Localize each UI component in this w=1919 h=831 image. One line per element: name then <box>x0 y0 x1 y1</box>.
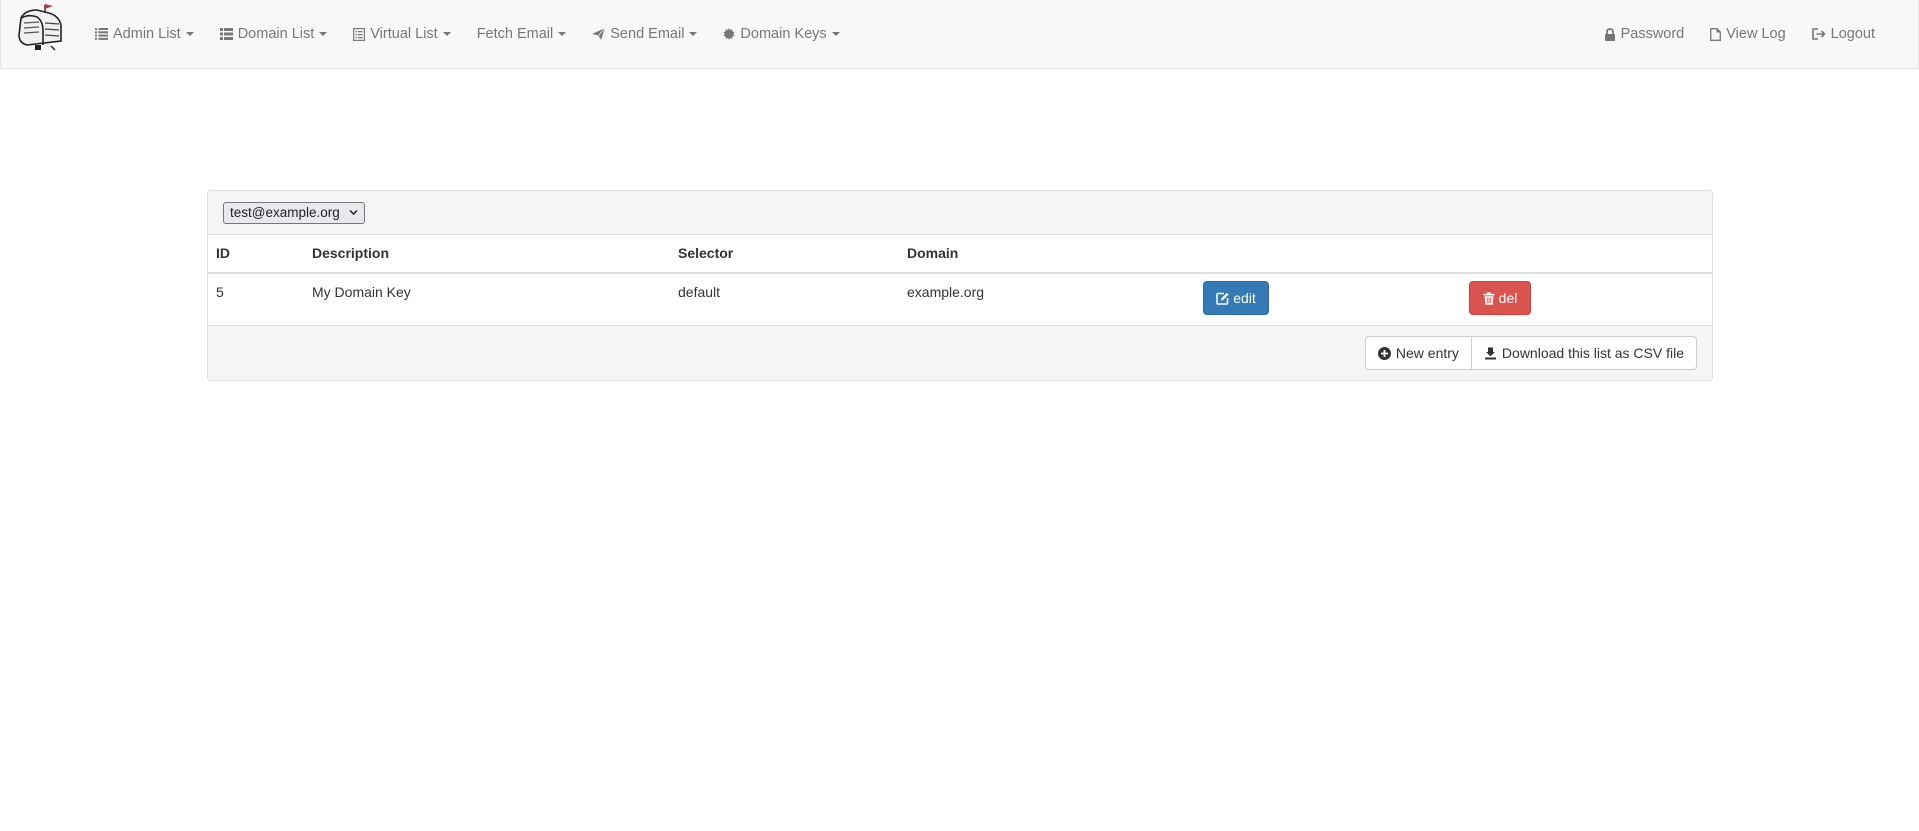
nav-left: Admin List Domain List Virtual List Fetc <box>83 0 853 68</box>
nav-send-email-label: Send Email <box>610 26 685 42</box>
logout-icon <box>1811 28 1826 40</box>
mailbox-logo[interactable] <box>15 1 67 51</box>
list-icon <box>95 28 108 40</box>
col-header-id: ID <box>216 245 230 261</box>
delete-button[interactable]: del <box>1469 281 1531 315</box>
nav-password-label: Password <box>1620 26 1685 42</box>
panel-footer: New entry Download this list as CSV file <box>208 325 1712 380</box>
download-csv-button[interactable]: Download this list as CSV file <box>1470 336 1697 370</box>
new-entry-label: New entry <box>1395 345 1459 361</box>
nav-admin-list[interactable]: Admin List <box>83 0 207 68</box>
caret-down-icon <box>558 32 567 36</box>
nav-logout[interactable]: Logout <box>1799 0 1888 68</box>
top-navbar: Admin List Domain List Virtual List Fetc <box>0 0 1919 69</box>
download-csv-label: Download this list as CSV file <box>1501 345 1684 361</box>
edit-button-label: edit <box>1233 290 1256 306</box>
edit-button[interactable]: edit <box>1203 281 1269 315</box>
cell-domain: example.org <box>907 284 985 300</box>
th-list-icon <box>219 28 233 40</box>
domain-keys-panel: test@example.org ID Description Selector… <box>207 190 1713 381</box>
caret-down-icon <box>831 32 840 36</box>
list-alt-icon <box>353 27 366 41</box>
nav-virtual-list[interactable]: Virtual List <box>340 0 463 68</box>
download-icon <box>1484 347 1496 359</box>
file-icon <box>1710 27 1722 41</box>
delete-button-label: del <box>1498 290 1518 306</box>
certificate-icon <box>723 28 735 40</box>
chevron-down-icon <box>349 209 358 216</box>
edit-icon <box>1216 292 1229 305</box>
cell-description: My Domain Key <box>312 284 411 300</box>
nav-virtual-list-label: Virtual List <box>370 26 438 42</box>
nav-view-log-label: View Log <box>1726 26 1786 42</box>
cell-id: 5 <box>216 284 224 300</box>
user-select-value: test@example.org <box>230 205 340 220</box>
new-entry-button[interactable]: New entry <box>1364 336 1472 370</box>
nav-password[interactable]: Password <box>1591 0 1698 68</box>
nav-fetch-email-label: Fetch Email <box>476 26 554 42</box>
col-header-description: Description <box>312 245 390 261</box>
plus-circle-icon <box>1377 346 1391 360</box>
domain-keys-table: ID Description Selector Domain 5 My Doma… <box>208 235 1712 325</box>
cell-selector: default <box>678 284 721 300</box>
nav-domain-keys[interactable]: Domain Keys <box>710 0 852 68</box>
nav-logout-label: Logout <box>1830 26 1875 42</box>
panel-heading: test@example.org <box>208 191 1712 235</box>
nav-send-email[interactable]: Send Email <box>579 0 710 68</box>
caret-down-icon <box>185 32 194 36</box>
table-row: 5 My Domain Key default example.org edit… <box>208 274 1712 325</box>
nav-fetch-email[interactable]: Fetch Email <box>464 0 580 68</box>
caret-down-icon <box>319 32 328 36</box>
col-header-domain: Domain <box>907 245 959 261</box>
nav-domain-list[interactable]: Domain List <box>207 0 341 68</box>
lock-icon <box>1604 27 1615 41</box>
nav-view-log[interactable]: View Log <box>1697 0 1798 68</box>
col-header-selector: Selector <box>678 245 734 261</box>
caret-down-icon <box>689 32 698 36</box>
nav-right: Password View Log Logout <box>1591 0 1888 68</box>
table-header: ID Description Selector Domain <box>208 235 1712 274</box>
footer-button-group: New entry Download this list as CSV file <box>1364 336 1697 370</box>
nav-domain-keys-label: Domain Keys <box>740 26 827 42</box>
send-icon <box>592 28 606 40</box>
trash-icon <box>1483 291 1495 305</box>
nav-domain-list-label: Domain List <box>237 26 315 42</box>
nav-admin-list-label: Admin List <box>113 26 181 42</box>
caret-down-icon <box>442 32 451 36</box>
user-select[interactable]: test@example.org <box>223 202 365 224</box>
